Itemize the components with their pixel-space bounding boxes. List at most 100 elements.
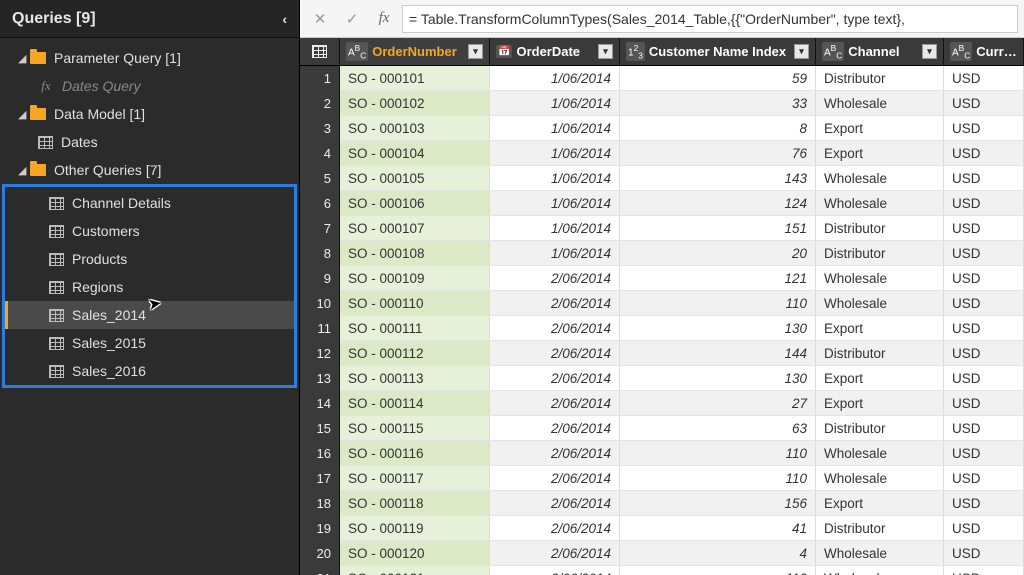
- cell-ordernumber[interactable]: SO - 000112: [340, 341, 490, 366]
- query-products[interactable]: Products: [5, 245, 294, 273]
- cell-currency[interactable]: USD: [944, 116, 1024, 141]
- cell-currency[interactable]: USD: [944, 66, 1024, 91]
- column-filter-dropdown[interactable]: ▾: [794, 44, 809, 59]
- cell-ordernumber[interactable]: SO - 000110: [340, 291, 490, 316]
- cell-orderdate[interactable]: 1/06/2014: [490, 66, 620, 91]
- row-number[interactable]: 10: [300, 291, 340, 316]
- cell-ordernumber[interactable]: SO - 000118: [340, 491, 490, 516]
- cell-orderdate[interactable]: 1/06/2014: [490, 116, 620, 141]
- cell-ordernumber[interactable]: SO - 000111: [340, 316, 490, 341]
- cell-channel[interactable]: Wholesale: [816, 541, 944, 566]
- query-dates[interactable]: Dates: [0, 128, 299, 156]
- cell-orderdate[interactable]: 1/06/2014: [490, 166, 620, 191]
- cell-customernameindex[interactable]: 144: [620, 341, 816, 366]
- cell-customernameindex[interactable]: 124: [620, 191, 816, 216]
- cell-customernameindex[interactable]: 151: [620, 216, 816, 241]
- cell-ordernumber[interactable]: SO - 000114: [340, 391, 490, 416]
- column-header-ordernumber[interactable]: ABC OrderNumber ▾: [340, 38, 490, 65]
- cell-channel[interactable]: Export: [816, 116, 944, 141]
- cell-channel[interactable]: Distributor: [816, 66, 944, 91]
- cell-orderdate[interactable]: 2/06/2014: [490, 416, 620, 441]
- cell-orderdate[interactable]: 1/06/2014: [490, 241, 620, 266]
- cell-customernameindex[interactable]: 41: [620, 516, 816, 541]
- cell-customernameindex[interactable]: 121: [620, 266, 816, 291]
- cell-ordernumber[interactable]: SO - 000113: [340, 366, 490, 391]
- cell-channel[interactable]: Wholesale: [816, 191, 944, 216]
- cell-customernameindex[interactable]: 110: [620, 466, 816, 491]
- table-row[interactable]: 14SO - 0001142/06/201427ExportUSD: [300, 391, 1024, 416]
- cell-currency[interactable]: USD: [944, 366, 1024, 391]
- cell-ordernumber[interactable]: SO - 000119: [340, 516, 490, 541]
- table-row[interactable]: 4SO - 0001041/06/201476ExportUSD: [300, 141, 1024, 166]
- cell-currency[interactable]: USD: [944, 266, 1024, 291]
- column-header-customernameindex[interactable]: 123 Customer Name Index ▾: [620, 38, 816, 65]
- cell-ordernumber[interactable]: SO - 000108: [340, 241, 490, 266]
- row-number[interactable]: 3: [300, 116, 340, 141]
- formula-confirm-button[interactable]: ✓: [338, 5, 366, 33]
- column-header-channel[interactable]: ABC Channel ▾: [816, 38, 944, 65]
- cell-orderdate[interactable]: 2/06/2014: [490, 341, 620, 366]
- formula-input[interactable]: = Table.TransformColumnTypes(Sales_2014_…: [402, 5, 1018, 33]
- cell-channel[interactable]: Distributor: [816, 216, 944, 241]
- cell-channel[interactable]: Wholesale: [816, 466, 944, 491]
- cell-currency[interactable]: USD: [944, 291, 1024, 316]
- table-row[interactable]: 7SO - 0001071/06/2014151DistributorUSD: [300, 216, 1024, 241]
- cell-customernameindex[interactable]: 130: [620, 316, 816, 341]
- table-corner-button[interactable]: [300, 38, 340, 65]
- column-header-currency[interactable]: ABC Currency: [944, 38, 1024, 65]
- cell-channel[interactable]: Wholesale: [816, 441, 944, 466]
- cell-currency[interactable]: USD: [944, 316, 1024, 341]
- cell-orderdate[interactable]: 2/06/2014: [490, 541, 620, 566]
- cell-channel[interactable]: Distributor: [816, 416, 944, 441]
- cell-currency[interactable]: USD: [944, 441, 1024, 466]
- cell-ordernumber[interactable]: SO - 000115: [340, 416, 490, 441]
- cell-currency[interactable]: USD: [944, 241, 1024, 266]
- cell-customernameindex[interactable]: 8: [620, 116, 816, 141]
- table-row[interactable]: 8SO - 0001081/06/201420DistributorUSD: [300, 241, 1024, 266]
- query-sales-2014[interactable]: Sales_2014: [5, 301, 294, 329]
- table-row[interactable]: 15SO - 0001152/06/201463DistributorUSD: [300, 416, 1024, 441]
- cell-customernameindex[interactable]: 63: [620, 416, 816, 441]
- cell-orderdate[interactable]: 2/06/2014: [490, 291, 620, 316]
- cell-ordernumber[interactable]: SO - 000121: [340, 566, 490, 575]
- query-regions[interactable]: Regions: [5, 273, 294, 301]
- row-number[interactable]: 4: [300, 141, 340, 166]
- table-row[interactable]: 2SO - 0001021/06/201433WholesaleUSD: [300, 91, 1024, 116]
- cell-channel[interactable]: Wholesale: [816, 291, 944, 316]
- row-number[interactable]: 11: [300, 316, 340, 341]
- row-number[interactable]: 16: [300, 441, 340, 466]
- cell-currency[interactable]: USD: [944, 91, 1024, 116]
- cell-orderdate[interactable]: 2/06/2014: [490, 491, 620, 516]
- table-row[interactable]: 18SO - 0001182/06/2014156ExportUSD: [300, 491, 1024, 516]
- row-number[interactable]: 20: [300, 541, 340, 566]
- table-row[interactable]: 11SO - 0001112/06/2014130ExportUSD: [300, 316, 1024, 341]
- cell-orderdate[interactable]: 1/06/2014: [490, 216, 620, 241]
- cell-ordernumber[interactable]: SO - 000101: [340, 66, 490, 91]
- table-row[interactable]: 19SO - 0001192/06/201441DistributorUSD: [300, 516, 1024, 541]
- cell-ordernumber[interactable]: SO - 000104: [340, 141, 490, 166]
- cell-orderdate[interactable]: 1/06/2014: [490, 191, 620, 216]
- cell-channel[interactable]: Export: [816, 391, 944, 416]
- collapse-pane-button[interactable]: ‹: [282, 11, 287, 27]
- cell-channel[interactable]: Wholesale: [816, 266, 944, 291]
- cell-currency[interactable]: USD: [944, 166, 1024, 191]
- cell-customernameindex[interactable]: 110: [620, 441, 816, 466]
- cell-currency[interactable]: USD: [944, 516, 1024, 541]
- cell-currency[interactable]: USD: [944, 141, 1024, 166]
- cell-channel[interactable]: Wholesale: [816, 91, 944, 116]
- table-row[interactable]: 9SO - 0001092/06/2014121WholesaleUSD: [300, 266, 1024, 291]
- cell-currency[interactable]: USD: [944, 491, 1024, 516]
- cell-customernameindex[interactable]: 143: [620, 166, 816, 191]
- cell-orderdate[interactable]: 2/06/2014: [490, 366, 620, 391]
- cell-orderdate[interactable]: 1/06/2014: [490, 91, 620, 116]
- table-row[interactable]: 12SO - 0001122/06/2014144DistributorUSD: [300, 341, 1024, 366]
- cell-channel[interactable]: Export: [816, 366, 944, 391]
- cell-channel[interactable]: Distributor: [816, 516, 944, 541]
- row-number[interactable]: 9: [300, 266, 340, 291]
- cell-channel[interactable]: Distributor: [816, 241, 944, 266]
- cell-customernameindex[interactable]: 20: [620, 241, 816, 266]
- row-number[interactable]: 6: [300, 191, 340, 216]
- table-row[interactable]: 17SO - 0001172/06/2014110WholesaleUSD: [300, 466, 1024, 491]
- column-filter-dropdown[interactable]: ▾: [922, 44, 937, 59]
- cell-orderdate[interactable]: 1/06/2014: [490, 141, 620, 166]
